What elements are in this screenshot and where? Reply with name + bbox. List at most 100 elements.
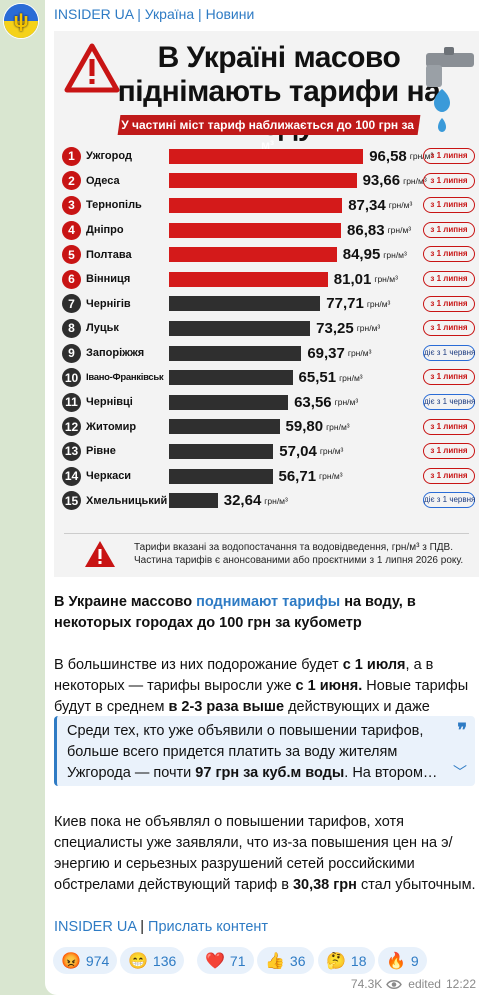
header-separator-2: | [198,6,202,22]
rank-badge: 14 [62,466,81,486]
chart-row: 11 Чернівці 63,56 грн/м³ діє з 1 червня [62,390,477,415]
quote-part-c: . На втором… [344,765,438,781]
heart-icon: ❤️ [205,952,225,970]
tariff-value: 84,95 [342,246,381,264]
channel-avatar[interactable]: ψ [3,3,39,39]
chevron-down-icon[interactable]: ﹀ [453,762,467,782]
reaction-count: 71 [229,952,246,969]
tariff-value: 73,25 [316,319,354,337]
tariff-value: 63,56 [294,393,332,411]
city-label: Житомир [86,420,137,433]
rank-badge: 3 [62,195,81,215]
tariff-bar [169,173,357,189]
rank-badge: 9 [62,343,81,363]
header-separator: | [137,6,141,22]
post-footer-links: INSIDER UA | Прислать контент [54,917,479,938]
tariff-unit: грн/м³ [339,372,363,383]
chart-row: 2 Одеса 93,66 грн/м³ з 1 липня [62,169,477,194]
city-label: Чернігів [86,297,131,310]
channel-section[interactable]: Новини [206,6,255,22]
status-badge: з 1 липня [423,443,475,460]
poster-footnote: Тарифи вказані за водопостачання та водо… [64,533,469,569]
tariff-value: 57,04 [279,442,317,460]
tariff-unit: грн/м³ [326,421,350,432]
tariff-bar [169,370,293,386]
tariff-bar [169,222,342,238]
footnote-line2: Частина тарифів є анонсованими або проєк… [134,555,464,566]
city-label: Вінниця [86,273,131,286]
tariff-bar [169,443,274,459]
tariff-unit: грн/м³ [383,249,407,260]
tariff-bar [169,419,280,435]
rank-badge: 11 [62,392,81,412]
expandable-quote[interactable]: Среди тех, кто уже объявили о повышении … [54,716,475,786]
reaction-grin[interactable]: 😁 136 [120,947,185,974]
city-label: Хмельницький [86,494,168,507]
tariff-unit: грн/м³ [388,200,413,211]
tariff-value: 56,71 [278,467,317,485]
status-badge: з 1 липня [423,270,475,287]
tariff-bar [169,296,321,312]
status-badge: з 1 липня [423,418,475,435]
reaction-thinking[interactable]: 🤔 18 [318,947,375,974]
city-label: Дніпро [86,224,124,237]
rank-badge: 12 [62,417,81,437]
footnote-warning-icon [85,541,115,567]
submit-content-link[interactable]: Прислать контент [148,919,268,935]
tariff-value: 77,71 [326,295,364,313]
thumbs-up-icon: 👍 [265,952,285,970]
status-badge: з 1 липня [423,467,475,484]
tariff-bar [169,197,343,213]
tariff-unit: грн/м³ [366,298,391,309]
rank-badge: 10 [62,368,81,388]
quote-bold: 97 грн за куб.м воды [195,765,345,781]
status-badge: діє з 1 червня [423,393,475,410]
infographic-image[interactable]: В Україні масово піднімають тарифи на во… [54,31,479,577]
headline-link[interactable]: поднимают тарифы [196,594,340,610]
tariff-unit: грн/м³ [319,446,344,457]
tariff-bar [169,320,311,336]
city-label: Одеса [86,174,120,187]
channel-link[interactable]: INSIDER UA [54,919,136,935]
reaction-fire[interactable]: 🔥 9 [378,947,427,974]
channel-category[interactable]: Україна [145,6,194,22]
status-badge: з 1 липня [423,197,475,214]
status-badge: з 1 липня [423,148,475,164]
tariff-unit: грн/м³ [264,495,288,506]
reaction-angry[interactable]: 😡 974 [53,947,118,974]
status-badge: з 1 липня [423,172,475,189]
tariff-value: 96,58 [369,147,407,165]
chart-row: 7 Чернігів 77,71 грн/м³ з 1 липня [62,292,477,317]
chart-row: 15 Хмельницький 32,64 грн/м³ діє з 1 червня [62,488,477,513]
rank-badge: 8 [62,318,81,338]
p1-text-a: В большинстве из них подорожание будет [54,657,343,673]
rank-badge: 7 [62,294,81,314]
tariff-unit: грн/м³ [347,348,372,359]
chart-row: 10 Івано-Франківськ 65,51 грн/м³ з 1 липня [62,365,477,390]
water-tap-icon [426,47,474,132]
tariff-bar [169,345,302,361]
p1-bold-ratio: в 2-3 раза выше [168,699,285,715]
message-bubble: INSIDER UA | Україна | Новини В Україні … [45,0,488,995]
channel-name[interactable]: INSIDER UA [54,6,133,22]
status-badge: діє з 1 червня [423,492,475,509]
tariff-value: 86,83 [347,221,385,239]
reaction-thumbs-up[interactable]: 👍 36 [257,947,314,974]
edited-label: edited [408,977,441,991]
p2-text-c: стал убыточным. [356,877,476,893]
chart-row: 4 Дніпро 86,83 грн/м³ з 1 липня [62,218,477,243]
views-count: 74.3K [350,977,383,991]
message-time: 12:22 [445,977,476,991]
message-meta: 74.3K edited 12:22 [351,977,476,991]
city-label: Полтава [86,248,132,261]
chart-row: 6 Вінниця 81,01 грн/м³ з 1 липня [62,267,477,292]
reaction-heart[interactable]: ❤️ 71 [197,947,254,974]
tariff-value: 32,64 [223,492,262,510]
chart-row: 13 Рівне 57,04 грн/м³ з 1 липня [62,439,477,464]
tariff-unit: грн/м³ [374,274,398,285]
tariff-value: 93,66 [362,172,401,190]
grin-icon: 😁 [128,952,148,970]
city-label: Рівне [86,445,116,458]
eye-icon [386,979,403,989]
city-label: Івано-Франківськ [86,372,164,384]
